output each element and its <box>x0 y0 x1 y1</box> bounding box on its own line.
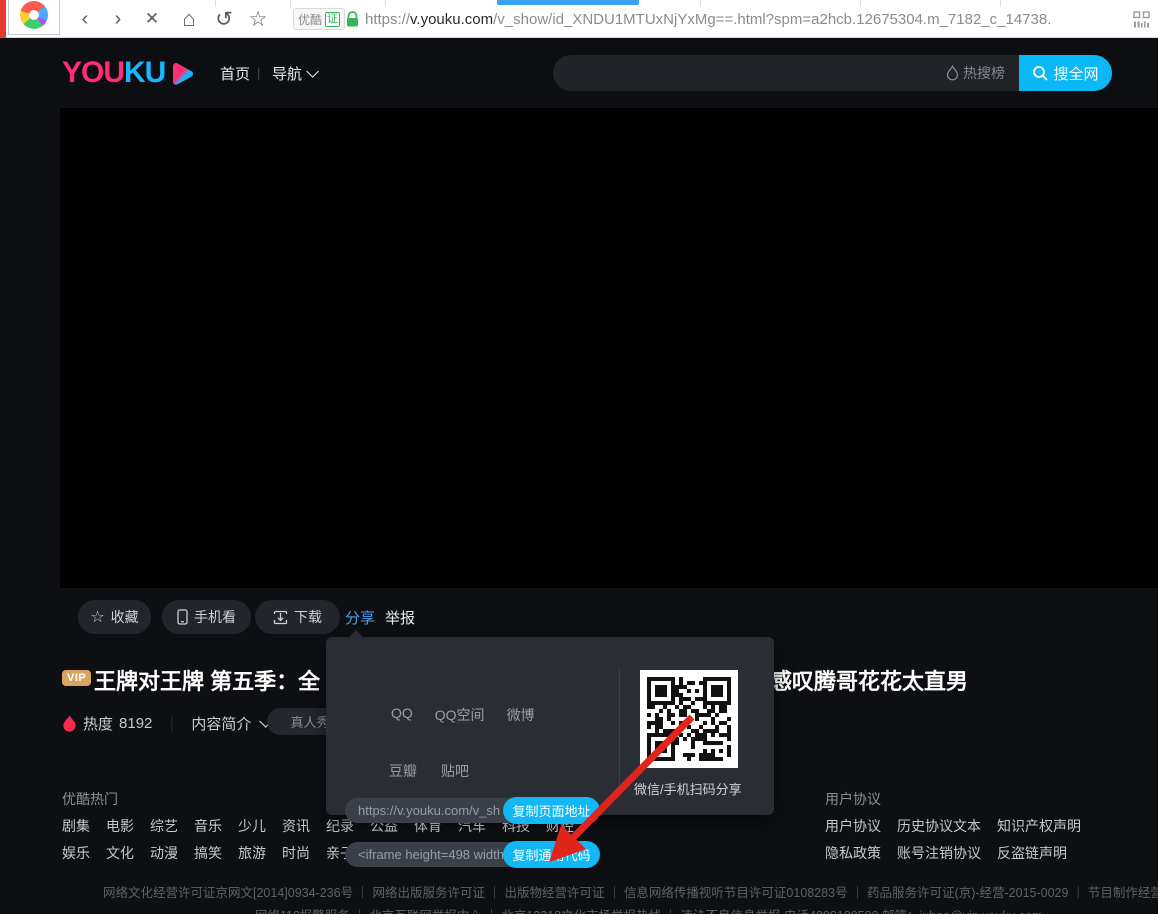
browser-logo[interactable] <box>8 0 60 35</box>
share-option[interactable]: 微博 <box>507 705 535 725</box>
summary-toggle[interactable]: 内容简介 <box>191 713 251 734</box>
share-option[interactable]: QQ空间 <box>435 705 485 725</box>
legal-line-2: 网络110报警服务 ｜ 北京互联网举报中心 ｜ 北京12318文化市场举报热线 … <box>255 905 1043 914</box>
heat-value: 8192 <box>119 715 152 732</box>
phone-icon <box>177 609 188 625</box>
video-action-bar: ☆收藏 手机看 下载 分享 举报 <box>60 600 1158 636</box>
flame-outline-icon <box>946 65 959 81</box>
footer-link[interactable]: 资讯 <box>282 816 310 836</box>
video-meta-row: 热度 8192 ｜ 内容简介 <box>62 710 268 736</box>
browser-pinwheel-icon <box>20 1 48 29</box>
footer-link[interactable]: 剧集 <box>62 816 90 836</box>
footer-link[interactable]: 少儿 <box>238 816 266 836</box>
favorite-button[interactable]: ☆收藏 <box>78 600 151 634</box>
copy-page-url-button[interactable]: 复制页面地址 <box>503 797 600 824</box>
share-option[interactable]: 贴吧 <box>441 761 469 781</box>
star-icon: ☆ <box>90 607 104 627</box>
close-icon[interactable]: ✕ <box>139 0 165 38</box>
share-popup: QQ QQ空间 微博 豆瓣 贴吧 微信/手机扫码分享 <box>326 637 774 815</box>
page: ‹ › ✕ ⌂ ↺ ☆ 优酷证 https://v.youku.com/v_sh… <box>0 0 1158 914</box>
share-options-row1: QQ QQ空间 微博 <box>391 705 535 725</box>
footer-link[interactable]: 文化 <box>106 843 134 863</box>
qr-scan-icon[interactable] <box>1133 11 1150 28</box>
copy-code-row: <iframe height=498 width 复制通用代码 <box>345 841 600 868</box>
footer-link[interactable]: 动漫 <box>150 843 178 863</box>
hot-search-link[interactable]: 热搜榜 <box>946 63 1019 83</box>
footer-link[interactable]: 音乐 <box>194 816 222 836</box>
browser-edge-strip <box>0 0 6 38</box>
vip-badge: VIP <box>62 670 91 686</box>
footer-agreement-title: 用户协议 <box>825 789 881 809</box>
qr-code <box>640 670 738 768</box>
footer-link[interactable]: 用户协议 <box>825 816 881 836</box>
footer-link[interactable]: 历史协议文本 <box>897 816 981 836</box>
search-icon <box>1032 65 1048 81</box>
nav-menu[interactable]: 导航 <box>272 63 315 84</box>
site-verification-badge[interactable]: 优酷证 <box>293 8 345 30</box>
lock-icon <box>346 11 359 28</box>
footer-link[interactable]: 搞笑 <box>194 843 222 863</box>
footer-link[interactable]: 旅游 <box>238 843 266 863</box>
nav-divider: | <box>257 65 260 80</box>
chevron-down-icon <box>306 65 319 78</box>
footer-link[interactable]: 时尚 <box>282 843 310 863</box>
footer-link[interactable]: 知识产权声明 <box>997 816 1081 836</box>
legal-line-1: 网络文化经营许可证京网文[2014]0934-236号 ｜ 网络出版服务许可证 … <box>103 882 1158 901</box>
browser-toolbar: ‹ › ✕ ⌂ ↺ ☆ 优酷证 https://v.youku.com/v_sh… <box>0 0 1158 38</box>
video-title-tail: 感叹腾哥花花太直男 <box>770 664 968 696</box>
heat-flame-icon <box>62 714 77 733</box>
popup-notch <box>348 630 364 638</box>
youku-header: YOUKU 首页 | 导航 热搜榜 搜全网 <box>0 38 1158 108</box>
footer-link[interactable]: 账号注销协议 <box>897 843 981 863</box>
back-icon[interactable]: ‹ <box>72 0 98 38</box>
cert-icon: 证 <box>325 12 340 27</box>
share-option[interactable]: 豆瓣 <box>389 761 417 781</box>
site-badge-label: 优酷 <box>298 11 322 28</box>
footer-hot-title: 优酷热门 <box>62 789 118 809</box>
footer-link[interactable]: 娱乐 <box>62 843 90 863</box>
footer-link[interactable]: 综艺 <box>150 816 178 836</box>
report-button[interactable]: 举报 <box>385 607 415 628</box>
share-option[interactable]: QQ <box>391 705 413 725</box>
refresh-icon[interactable]: ↺ <box>211 0 237 38</box>
qr-code-grid <box>647 677 731 761</box>
search-bar: 热搜榜 <box>553 55 1019 91</box>
watch-on-phone-button[interactable]: 手机看 <box>162 600 251 634</box>
footer-link[interactable]: 隐私政策 <box>825 843 881 863</box>
qr-caption: 微信/手机扫码分享 <box>634 779 742 798</box>
share-options-row2: 豆瓣 贴吧 <box>389 761 469 781</box>
forward-icon[interactable]: › <box>105 0 131 38</box>
home-icon[interactable]: ⌂ <box>176 0 202 38</box>
nav-home[interactable]: 首页 <box>220 63 250 84</box>
popup-divider <box>619 668 620 788</box>
bookmark-star-icon[interactable]: ☆ <box>245 0 271 38</box>
address-bar[interactable]: https://v.youku.com/v_show/id_XNDU1MTUxN… <box>365 11 1051 28</box>
share-button[interactable]: 分享 <box>345 607 375 628</box>
meta-divider: ｜ <box>164 713 179 734</box>
search-input[interactable] <box>553 55 946 91</box>
footer-hot-row2: 娱乐文化动漫搞笑旅游时尚亲子 <box>62 843 354 863</box>
download-icon <box>273 610 288 625</box>
copy-url-row: https://v.youku.com/v_sh 复制页面地址 <box>345 797 600 824</box>
video-title: 王牌对王牌 第五季：全 <box>94 664 320 696</box>
heat-label: 热度 <box>83 713 113 734</box>
youku-logo[interactable]: YOUKU <box>62 56 195 90</box>
copy-embed-code-button[interactable]: 复制通用代码 <box>503 841 600 868</box>
footer-link[interactable]: 电影 <box>106 816 134 836</box>
search-button[interactable]: 搜全网 <box>1019 55 1112 91</box>
footer-agreement-row1: 用户协议历史协议文本知识产权声明 <box>825 816 1081 836</box>
footer-agreement-row2: 隐私政策账号注销协议反盗链声明 <box>825 843 1067 863</box>
footer-link[interactable]: 反盗链声明 <box>997 843 1067 863</box>
download-button[interactable]: 下载 <box>255 600 340 634</box>
youku-play-icon <box>169 62 195 86</box>
video-player[interactable] <box>60 108 1158 588</box>
